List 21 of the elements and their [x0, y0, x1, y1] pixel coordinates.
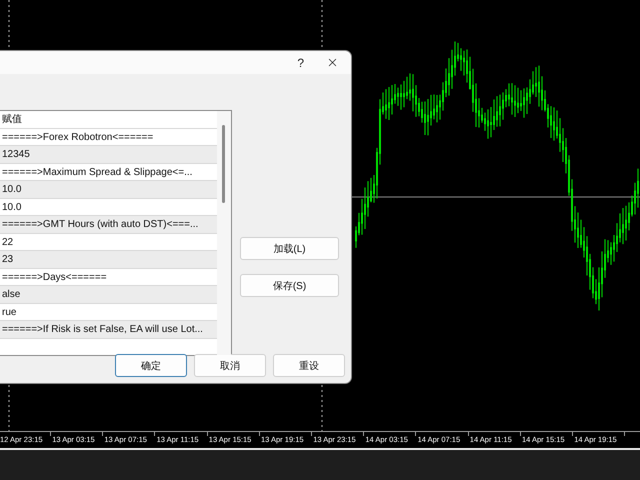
list-row[interactable]: alse — [0, 286, 217, 304]
side-button[interactable]: 保存(S) — [240, 274, 339, 297]
dialog-button[interactable]: 重设 — [273, 354, 345, 377]
help-button[interactable]: ? — [297, 56, 304, 70]
dialog-button[interactable]: 取消 — [194, 354, 266, 377]
list-row[interactable]: ======>Forex Robotron<====== — [0, 128, 217, 146]
list-row[interactable]: rue — [0, 304, 217, 321]
list-row[interactable]: ======>If Risk is set False, EA will use Lot... — [0, 321, 217, 338]
scroll-thumb[interactable] — [222, 125, 225, 203]
list-row[interactable]: ======>GMT Hours (with auto DST)<===... — [0, 216, 217, 234]
dialog-button[interactable]: 确定 — [115, 354, 187, 377]
scrollbar[interactable] — [217, 111, 231, 355]
list-row[interactable]: 23 — [0, 251, 217, 268]
list-row[interactable]: 12345 — [0, 146, 217, 164]
list-row[interactable]: 22 — [0, 234, 217, 251]
side-button[interactable]: 加载(L) — [240, 237, 339, 260]
list-row[interactable]: ======>Maximum Spread & Slippage<=... — [0, 164, 217, 181]
column-header: 赋值 — [0, 111, 217, 128]
close-icon[interactable] — [326, 56, 339, 69]
list-row[interactable]: ======>Days<====== — [0, 268, 217, 286]
list-row[interactable]: 10.0 — [0, 181, 217, 198]
